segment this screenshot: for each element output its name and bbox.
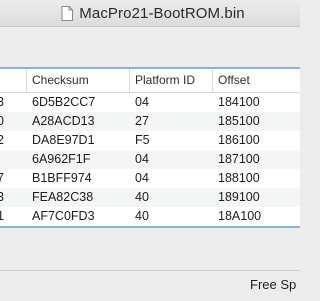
cell-offset: 184100 xyxy=(218,95,260,109)
document-icon xyxy=(61,5,74,21)
cell-name: 0 xyxy=(0,114,4,128)
table-row[interactable]: 6A962F1F 04 187100 xyxy=(0,150,300,169)
title-group: MacPro21-BootROM.bin xyxy=(61,4,245,22)
toolbar-area xyxy=(0,27,300,67)
cell-offset: 188100 xyxy=(218,171,260,185)
table-row[interactable]: 3 FEA82C38 40 189100 xyxy=(0,188,300,207)
cell-offset: 186100 xyxy=(218,133,260,147)
cell-checksum: FEA82C38 xyxy=(32,190,94,204)
cell-checksum: AF7C0FD3 xyxy=(32,209,95,223)
cell-platform-id: 04 xyxy=(135,171,149,185)
table-header: Checksum Platform ID Offset xyxy=(0,69,300,93)
window-title: MacPro21-BootROM.bin xyxy=(79,4,245,22)
cell-name: 3 xyxy=(0,190,4,204)
cell-platform-id: 04 xyxy=(135,95,149,109)
status-bar: Free Sp xyxy=(0,270,300,301)
cell-platform-id: 40 xyxy=(135,190,149,204)
table-row[interactable]: 3 6D5B2CC7 04 184100 xyxy=(0,93,300,112)
cell-name xyxy=(0,150,7,169)
cell-platform-id: 04 xyxy=(135,152,149,166)
cell-checksum: 6D5B2CC7 xyxy=(32,95,96,109)
column-header-name[interactable] xyxy=(0,69,26,92)
cell-platform-id: 40 xyxy=(135,209,149,223)
cell-name: 3 xyxy=(0,95,4,109)
cell-offset: 187100 xyxy=(218,152,260,166)
cell-checksum: B1BFF974 xyxy=(32,171,92,185)
column-header-offset[interactable]: Offset xyxy=(212,69,300,92)
table-row[interactable]: 0 A28ACD13 27 185100 xyxy=(0,112,300,131)
table-row[interactable]: 1 AF7C0FD3 40 18A100 xyxy=(0,207,300,226)
cell-name: 1 xyxy=(0,209,4,223)
rom-table[interactable]: Checksum Platform ID Offset 3 6D5B2CC7 0… xyxy=(0,67,300,228)
cell-checksum: DA8E97D1 xyxy=(32,133,95,147)
cell-platform-id: F5 xyxy=(135,133,150,147)
cell-checksum: 6A962F1F xyxy=(32,152,91,166)
cell-name: 2 xyxy=(0,133,4,147)
cell-offset: 185100 xyxy=(218,114,260,128)
cell-offset: 189100 xyxy=(218,190,260,204)
cell-offset: 18A100 xyxy=(218,209,262,223)
free-space-label: Free Sp xyxy=(250,277,297,292)
cell-platform-id: 27 xyxy=(135,114,149,128)
window-titlebar[interactable]: MacPro21-BootROM.bin xyxy=(0,0,300,27)
column-header-platform-id[interactable]: Platform ID xyxy=(129,69,212,92)
table-row[interactable]: 7 B1BFF974 04 188100 xyxy=(0,169,300,188)
table-row[interactable]: 2 DA8E97D1 F5 186100 xyxy=(0,131,300,150)
cell-name: 7 xyxy=(0,171,4,185)
column-header-checksum[interactable]: Checksum xyxy=(26,69,129,92)
cell-checksum: A28ACD13 xyxy=(32,114,95,128)
